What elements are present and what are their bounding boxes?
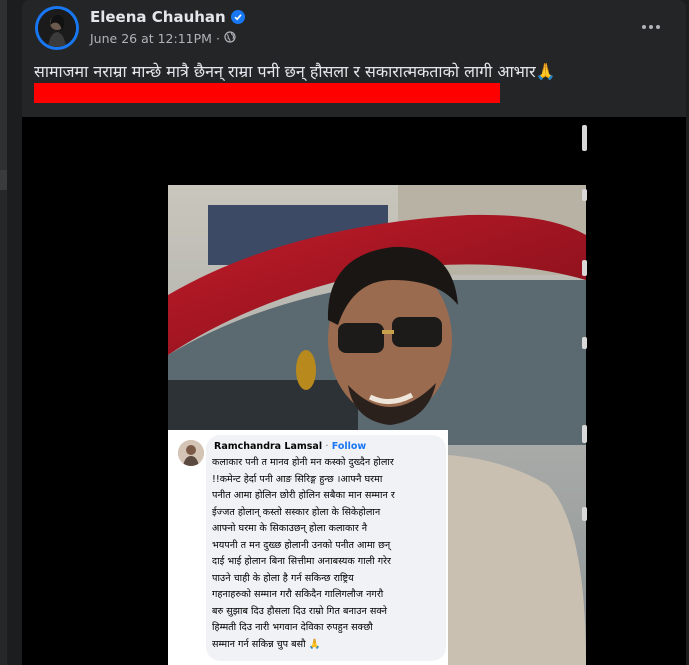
follow-link: Follow — [331, 441, 367, 452]
post-meta: June 26 at 12:11PM · — [90, 31, 236, 46]
author-name[interactable]: Eleena Chauhan — [90, 8, 226, 26]
comment-line: आफ्नो घरमा के सिकाउछन् होला कलाकार नै — [212, 523, 368, 534]
comment-header: Ramchandra Lamsal · Follow — [214, 441, 366, 452]
post-card: Eleena Chauhan June 26 at 12:11PM · सामा… — [22, 0, 686, 665]
post-timestamp[interactable]: June 26 at 12:11PM — [90, 31, 212, 46]
public-globe-icon[interactable] — [224, 31, 236, 46]
comment-line: बरु सुझाब दिउ हौसला दिउ राम्रो गित बनाउन… — [212, 605, 387, 617]
comment-line: पनीत आमा होलिन छोरी होलिन सबैका मान सम्म… — [212, 490, 395, 501]
author-name-row: Eleena Chauhan — [90, 8, 245, 26]
left-rail-segment — [0, 190, 7, 665]
comment-line: हिम्मती दिउ नारी भगवान देविका रुपहुन सक्… — [212, 622, 373, 633]
commenter-avatar — [178, 440, 204, 466]
comment-line: भयपनी त मन दुख्छ होलानी उनको पनीत आमा छन… — [212, 539, 391, 551]
cropped-text-fragments — [582, 125, 590, 645]
comment-line: सम्मान गर्न सकिन्न चुप बसौ 🙏 — [212, 638, 321, 650]
comment-line: ईज्जत होलान् कस्तो सस्कार होला के सिकेहो… — [212, 506, 381, 518]
comment-line: दाई भाई होलान बिना सित्तीमा अनाबस्यक गाल… — [212, 556, 391, 567]
comment-screenshot: Ramchandra Lamsal · Follow कलाकार पनी त … — [168, 430, 448, 665]
author-avatar[interactable] — [38, 9, 76, 47]
post-media[interactable]: Ramchandra Lamsal · Follow कलाकार पनी त … — [22, 117, 686, 665]
author-avatar-image — [38, 9, 76, 47]
comment-line: कलाकार पनी त मानव होनी मन कस्को दुख्दैन … — [212, 457, 394, 468]
more-options-icon[interactable] — [638, 14, 664, 40]
verified-badge-icon — [230, 10, 245, 24]
redaction-bar — [34, 83, 500, 103]
commenter-name: Ramchandra Lamsal — [214, 441, 323, 452]
left-rail — [0, 0, 7, 665]
comment-body: कलाकार पनी त मानव होनी मन कस्को दुख्दैन … — [212, 455, 442, 653]
meta-separator: · — [215, 31, 220, 46]
comment-line: !!कमेन्ट हेर्दा पनी आङ सिरिङ्ग हुन्छ ।आफ… — [212, 473, 383, 485]
left-rail-segment — [0, 0, 7, 170]
comment-bubble: Ramchandra Lamsal · Follow कलाकार पनी त … — [206, 435, 446, 661]
comment-line: गहनाहरुको सम्मान गरौ सकिदैन गालिगलौज नगर… — [212, 589, 384, 600]
comment-dot: · — [325, 441, 329, 452]
post-photo[interactable]: Ramchandra Lamsal · Follow कलाकार पनी त … — [168, 185, 586, 665]
comment-line: पाउने चाही के होला है गर्न सकिन्छ राष्ट्… — [212, 572, 354, 584]
author-avatar-ring[interactable] — [35, 6, 79, 50]
post-caption: सामाजमा नराम्रा मान्छे मात्रै छैनन् राम्… — [34, 62, 556, 81]
